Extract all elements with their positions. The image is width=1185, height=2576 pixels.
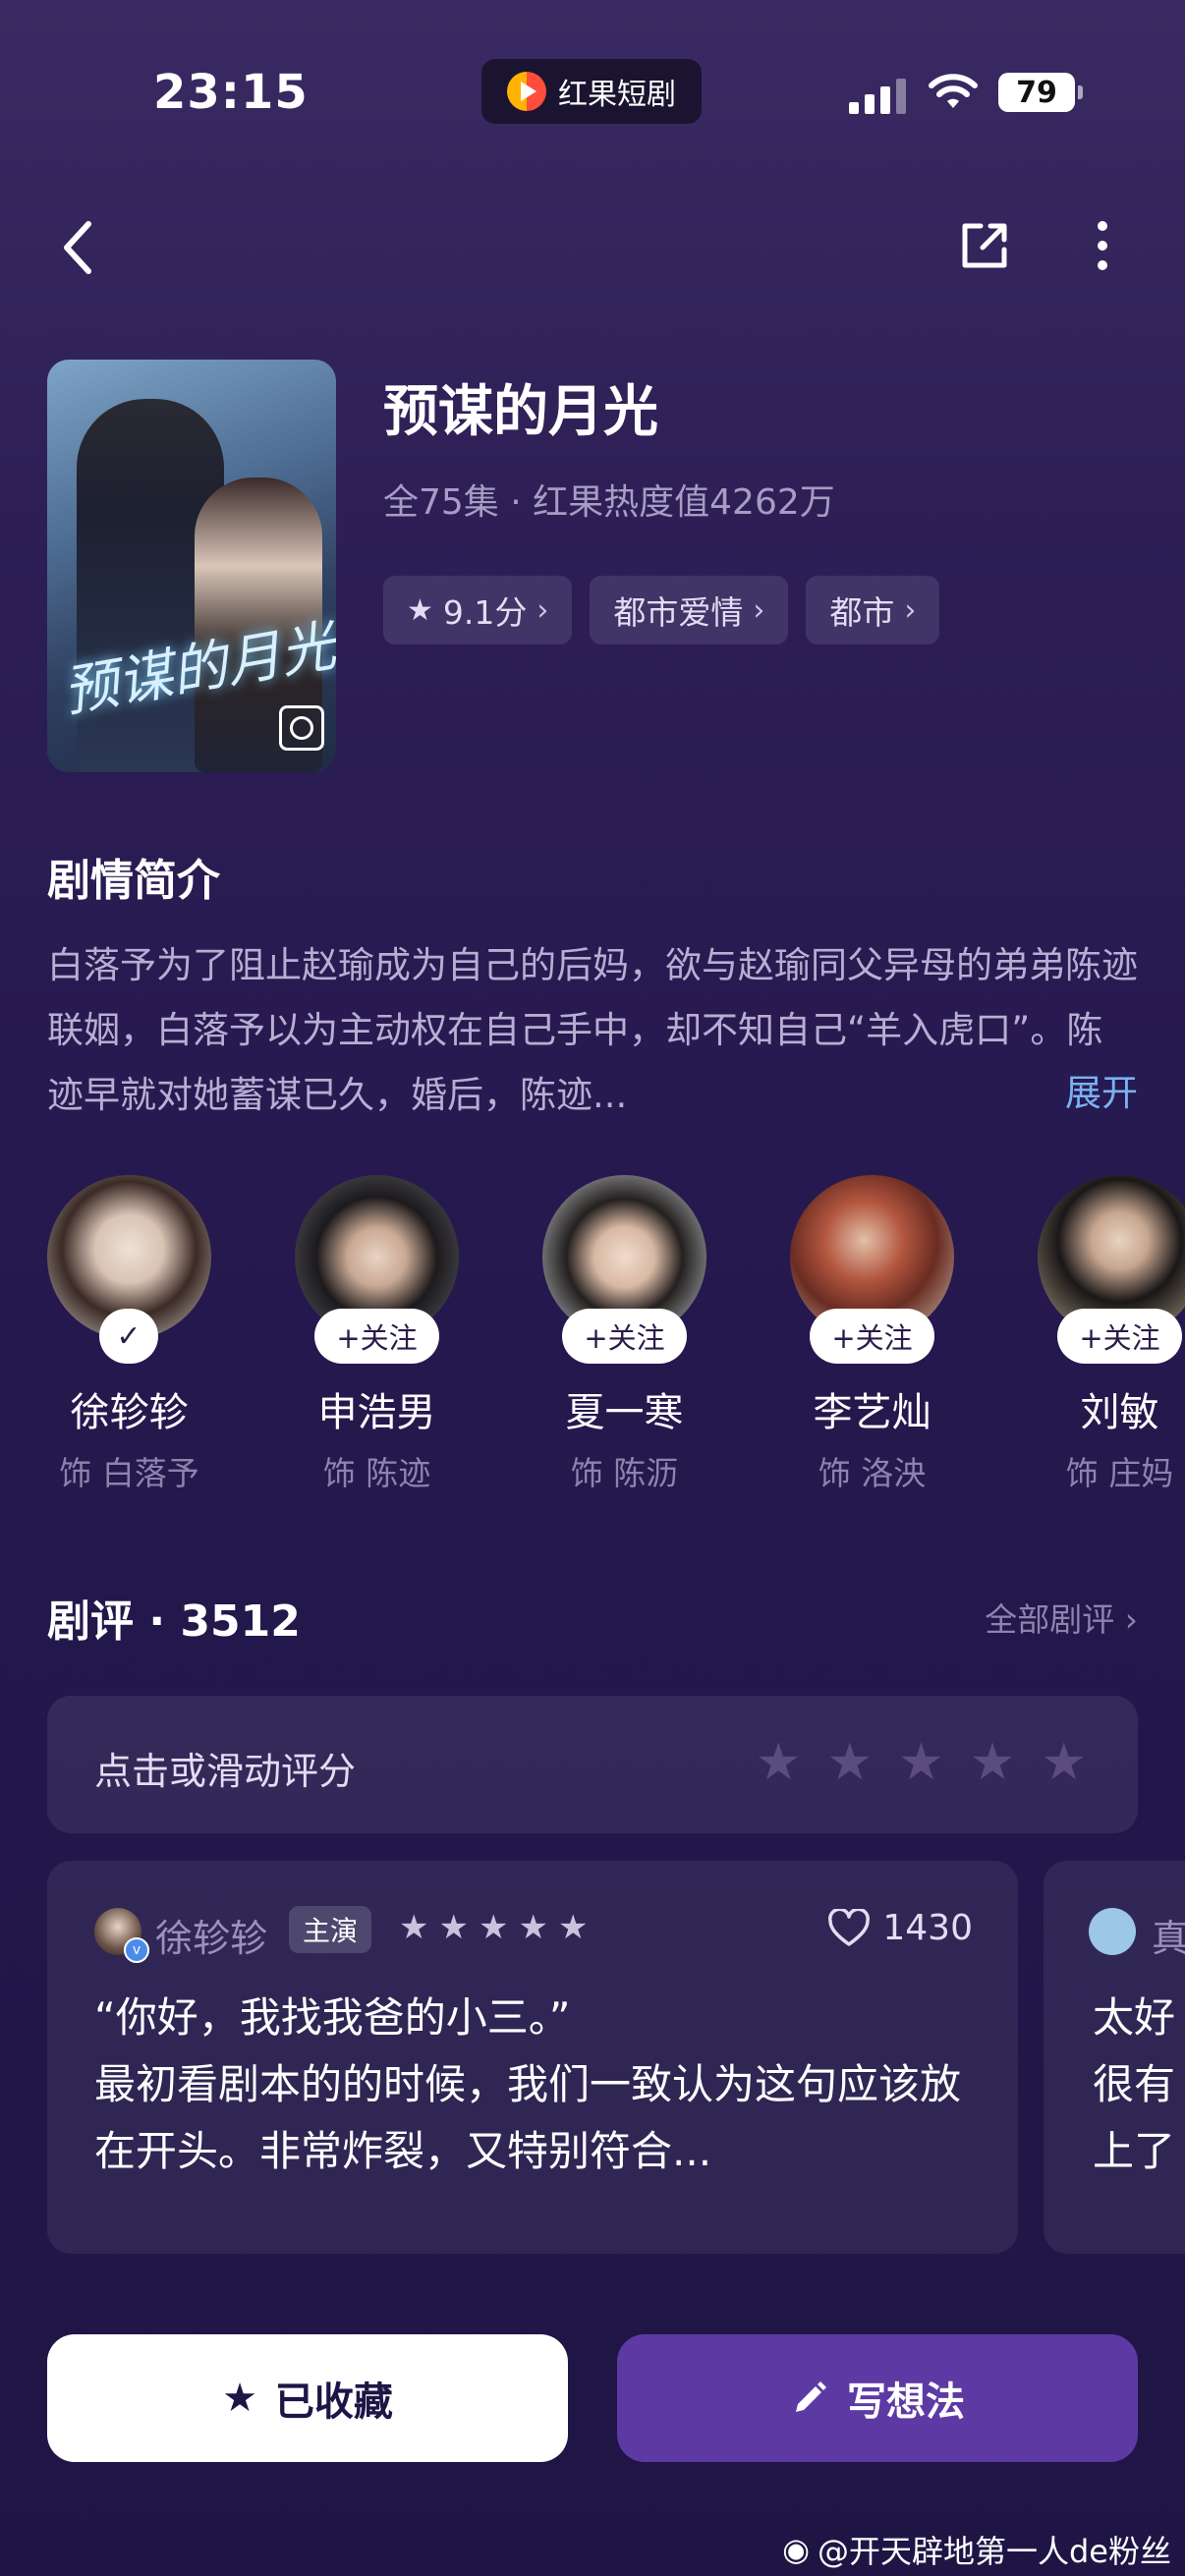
watermark-text: @开天辟地第一人de粉丝 [817,2533,1171,2570]
role-badge: 主演 [289,1906,372,1953]
follow-button[interactable]: +关注 [1057,1309,1182,1364]
rate-prompt: 点击或滑动评分 [94,1750,357,1793]
actor-role: 饰 陈迹 [322,1454,431,1492]
all-reviews-label: 全部剧评 [985,1600,1115,1639]
actor-name: 夏一寒 [565,1390,684,1435]
share-icon[interactable] [957,218,1012,273]
heart-icon [828,1908,871,1946]
review-card[interactable]: v 徐轸轸 主演 ★ ★ ★ ★ ★ 1430 “你好，我找我爸的小三。” 最初… [47,1861,1018,2254]
star-icon: ★ [518,1908,548,1947]
actor-name: 申浩男 [317,1390,436,1435]
rating-stars[interactable]: ★ ★ ★ ★ ★ [756,1737,1087,1788]
tag-label: 都市 [829,593,895,632]
write-thought-button[interactable]: 写想法 [617,2334,1138,2462]
star-icon: ★ [478,1908,509,1947]
reviewer-name: 徐轸轸 [155,1917,268,1960]
tag-genre[interactable]: 都市爱情 › [590,576,789,644]
favorite-label: 已收藏 [274,2380,393,2425]
signal-icon [849,79,906,114]
actor-role: 饰 庄妈 [1065,1454,1174,1492]
pencil-icon [796,2381,826,2412]
star-icon: ★ [557,1908,589,1947]
gallery-icon[interactable] [279,705,324,751]
more-icon[interactable] [1091,218,1114,273]
star-icon[interactable]: ★ [756,1737,802,1788]
tag-rating[interactable]: ★ 9.1分 › [383,576,573,644]
tag-label: 都市爱情 [613,593,744,632]
favorite-button[interactable]: ★ 已收藏 [47,2334,568,2462]
app-logo-icon [507,72,546,111]
reviewer-name: 真 [1152,1917,1185,1960]
cast-member[interactable]: +关注 李艺灿 饰 洛泱 [790,1175,954,1494]
actor-name: 李艺灿 [813,1390,931,1435]
like-button[interactable]: 1430 [827,1908,973,1948]
star-icon: ★ [438,1908,469,1947]
all-reviews-link[interactable]: 全部剧评 › [985,1594,1138,1641]
back-icon[interactable] [59,218,98,277]
rating-box[interactable]: 点击或滑动评分 ★ ★ ★ ★ ★ [47,1696,1138,1833]
actor-name: 刘敏 [1080,1390,1159,1435]
chevron-right-icon: › [904,592,917,628]
star-icon: ★ [407,592,433,628]
actor-name: 徐轸轸 [70,1390,189,1435]
reviews-heading: 剧评 · 3512 [47,1596,301,1647]
battery-indicator: 79 [998,73,1083,112]
follow-button[interactable]: +关注 [562,1309,687,1364]
source-app-pill[interactable]: 红果短剧 [481,59,702,124]
review-text: “你好，我找我爸的小三。” 最初看剧本的的时候，我们一致认为这句应该放在开头。非… [94,1993,962,2175]
like-count: 1430 [882,1908,973,1948]
drama-meta: 全75集 · 红果热度值4262万 [383,482,835,523]
review-stars: ★ ★ ★ ★ ★ [399,1908,588,1947]
followed-check-icon[interactable]: ✓ [99,1309,158,1364]
drama-tags: ★ 9.1分 › 都市爱情 › 都市 › [383,576,940,644]
actor-role: 饰 洛泱 [818,1454,927,1492]
chevron-right-icon: › [1124,1600,1138,1639]
status-time: 23:15 [153,65,309,120]
synopsis-text: 白落予为了阻止赵瑜成为自己的后妈，欲与赵瑜同父异母的弟弟陈迹联姻，白落予以为主动… [47,944,1138,1116]
cast-member[interactable]: +关注 申浩男 饰 陈迹 [295,1175,459,1494]
tag-category[interactable]: 都市 › [806,576,940,644]
synopsis-heading: 剧情简介 [47,856,220,906]
write-label: 写想法 [847,2380,965,2425]
cast-member[interactable]: +关注 夏一寒 饰 陈沥 [542,1175,706,1494]
follow-button[interactable]: +关注 [314,1309,439,1364]
chevron-right-icon: › [536,592,549,628]
verified-icon: v [124,1937,149,1963]
wifi-icon [929,74,978,108]
drama-title: 预谋的月光 [383,380,658,444]
star-icon[interactable]: ★ [898,1737,944,1788]
chevron-right-icon: › [753,592,765,628]
avatar [1089,1908,1136,1955]
star-icon: ★ [222,2376,257,2421]
expand-link[interactable]: 展开 [1065,1063,1138,1116]
actor-role: 饰 陈沥 [570,1454,679,1492]
watermark: ◉ @开天辟地第一人de粉丝 [782,2527,1171,2572]
weibo-icon: ◉ [782,2531,810,2568]
star-icon[interactable]: ★ [1041,1737,1087,1788]
star-icon: ★ [399,1908,429,1947]
star-icon[interactable]: ★ [827,1737,874,1788]
tag-label: 9.1分 [442,593,528,632]
source-app-name: 红果短剧 [558,78,676,112]
review-text: 太好 很有 上了 [1093,1993,1176,2175]
drama-cover[interactable]: 预谋的月光 [47,360,336,772]
cast-list: ✓ 徐轸轸 饰 白落予 +关注 申浩男 饰 陈迹 +关注 夏一寒 饰 陈沥 +关… [47,1175,1185,1494]
cast-member[interactable]: +关注 刘敏 饰 庄妈 [1038,1175,1185,1494]
actor-role: 饰 白落予 [59,1454,199,1492]
follow-button[interactable]: +关注 [810,1309,934,1364]
review-card[interactable]: 真 太好 很有 上了 [1044,1861,1185,2254]
star-icon[interactable]: ★ [970,1737,1016,1788]
cast-member[interactable]: ✓ 徐轸轸 饰 白落予 [47,1175,211,1494]
